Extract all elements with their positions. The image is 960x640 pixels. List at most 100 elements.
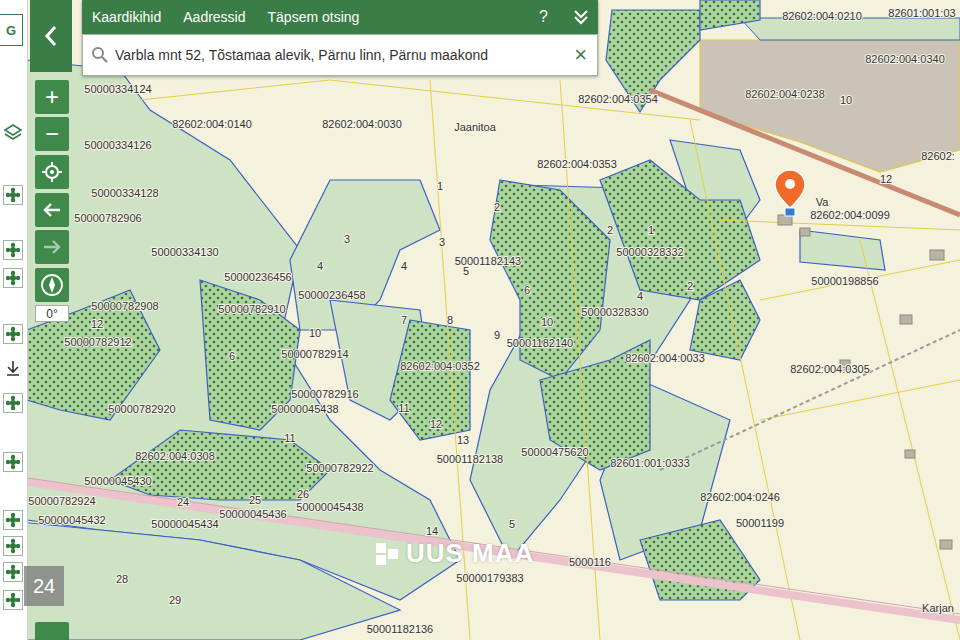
- parcel-label[interactable]: 82602:004:0099: [810, 209, 890, 221]
- search-value[interactable]: Varbla mnt 52, Tõstamaa alevik, Pärnu li…: [115, 47, 566, 63]
- parcel-label[interactable]: 10: [840, 94, 852, 106]
- parcel-label[interactable]: 4: [637, 290, 643, 302]
- parcel-label[interactable]: 12: [91, 318, 103, 330]
- parcel-label[interactable]: 1: [437, 180, 443, 192]
- parcel-label[interactable]: 50000334126: [84, 139, 151, 151]
- parcel-label[interactable]: Karjan: [922, 602, 954, 614]
- parcel-label[interactable]: 50000475620: [521, 446, 588, 458]
- parcel-label[interactable]: 12: [880, 173, 892, 185]
- layer-settings-icon[interactable]: [3, 562, 23, 582]
- parcel-label[interactable]: 82602:004:0308: [135, 450, 215, 462]
- parcel-label[interactable]: 11: [398, 402, 409, 414]
- parcel-label[interactable]: 50000334124: [84, 83, 151, 95]
- search-tab[interactable]: Kaardikihid: [92, 3, 161, 31]
- parcel-label[interactable]: 50000236458: [298, 289, 365, 301]
- parcel-label[interactable]: 50000782922: [306, 462, 373, 474]
- zoom-out-button[interactable]: −: [35, 117, 69, 151]
- parcel-label[interactable]: 2: [607, 224, 613, 236]
- parcel-label[interactable]: 50001199: [736, 517, 784, 529]
- parcel-label[interactable]: 50000334128: [91, 187, 158, 199]
- parcel-label[interactable]: 50000045434: [151, 518, 218, 530]
- search-tab[interactable]: Aadressid: [183, 3, 245, 31]
- parcel-label[interactable]: 14: [426, 525, 438, 537]
- parcel-label[interactable]: 50000328332: [616, 246, 683, 258]
- layer-settings-icon[interactable]: [3, 510, 23, 530]
- parcel-label[interactable]: 82602:004:0238: [745, 88, 825, 100]
- parcel-label[interactable]: 5: [509, 518, 515, 530]
- parcel-label[interactable]: 50000236456: [224, 271, 291, 283]
- forward-button[interactable]: [35, 230, 69, 264]
- parcel-label[interactable]: 50001182136: [367, 623, 433, 635]
- parcel-label[interactable]: Jaanitoa: [454, 121, 496, 133]
- parcel-label[interactable]: 82601:001:0333: [610, 457, 690, 469]
- parcel-label[interactable]: 82602:004:0030: [322, 118, 402, 130]
- parcel-label[interactable]: 4: [401, 260, 407, 272]
- collapse-panel-button[interactable]: [30, 0, 72, 72]
- parcel-label[interactable]: 12: [430, 418, 442, 430]
- parcel-label[interactable]: 2: [687, 280, 693, 292]
- search-tab[interactable]: Täpsem otsing: [268, 3, 360, 31]
- parcel-label[interactable]: 82601:001:03: [888, 7, 955, 19]
- parcel-label[interactable]: 1: [648, 224, 654, 236]
- parcel-label[interactable]: 82602:004:0210: [782, 10, 862, 22]
- parcel-label[interactable]: 82602:004:0033: [625, 352, 705, 364]
- parcel-label[interactable]: 50000198856: [811, 275, 878, 287]
- parcel-label[interactable]: 50000782914: [281, 348, 348, 360]
- parcel-label[interactable]: 82602:004:0354: [578, 93, 658, 105]
- parcel-label[interactable]: 5: [463, 265, 469, 277]
- help-button[interactable]: ?: [537, 4, 550, 30]
- parcel-label[interactable]: 50000782908: [91, 300, 158, 312]
- parcel-label[interactable]: Va: [816, 196, 830, 208]
- parcel-label[interactable]: 82602:004:0246: [700, 491, 780, 503]
- layer-settings-icon[interactable]: [3, 240, 23, 260]
- parcel-label[interactable]: 29: [169, 594, 181, 606]
- map-tools-button[interactable]: [35, 622, 69, 640]
- parcel-label[interactable]: 50000045438: [296, 501, 363, 513]
- layer-settings-icon[interactable]: [3, 452, 23, 472]
- parcel-label[interactable]: 26: [297, 488, 309, 500]
- parcel-label[interactable]: 50000782916: [291, 388, 358, 400]
- parcel-label[interactable]: 6: [229, 350, 235, 362]
- parcel-label[interactable]: 2: [494, 201, 500, 213]
- parcel-label[interactable]: 50001182138: [437, 453, 503, 465]
- parcel-label[interactable]: 6: [524, 284, 530, 296]
- parcel-label[interactable]: 9: [494, 329, 500, 341]
- clear-button[interactable]: ×: [572, 42, 589, 68]
- parcel-label[interactable]: 50000179383: [456, 572, 523, 584]
- locate-button[interactable]: [35, 155, 69, 189]
- location-pin-icon[interactable]: [775, 170, 805, 216]
- layer-settings-icon[interactable]: [3, 268, 23, 288]
- parcel-label[interactable]: 50000782912: [64, 336, 131, 348]
- parcel-label[interactable]: 82602:: [921, 150, 955, 162]
- back-button[interactable]: [35, 193, 69, 227]
- layer-settings-icon[interactable]: [3, 393, 23, 413]
- parcel-label[interactable]: 3: [344, 233, 350, 245]
- compass-button[interactable]: [35, 268, 69, 302]
- parcel-label[interactable]: 50001182140: [507, 337, 573, 349]
- parcel-label[interactable]: 8: [447, 314, 453, 326]
- sidebar-tab[interactable]: G: [0, 14, 23, 46]
- parcel-label[interactable]: 11: [284, 432, 295, 444]
- layers-icon[interactable]: [3, 122, 23, 142]
- double-chevron-down-icon[interactable]: [572, 8, 590, 26]
- layer-settings-icon[interactable]: [3, 536, 23, 556]
- parcel-label[interactable]: 50000328330: [581, 306, 648, 318]
- parcel-label[interactable]: 82602:004:0353: [537, 158, 617, 170]
- parcel-label[interactable]: 82602:004:0140: [172, 118, 252, 130]
- parcel-label[interactable]: 82602:004:0340: [865, 53, 945, 65]
- parcel-label[interactable]: 50000045430: [84, 475, 151, 487]
- parcel-label[interactable]: 5000116: [569, 556, 611, 568]
- layer-settings-icon[interactable]: [3, 590, 23, 610]
- layer-settings-icon[interactable]: [3, 185, 23, 205]
- search-field[interactable]: Varbla mnt 52, Tõstamaa alevik, Pärnu li…: [82, 34, 598, 76]
- map-view[interactable]: 82602:004:0210 82601:001:03 82602:004:0340…: [0, 0, 960, 640]
- parcel-label[interactable]: 50000045438: [271, 403, 338, 415]
- layer-settings-icon[interactable]: [3, 324, 23, 344]
- parcel-label[interactable]: 24: [177, 496, 189, 508]
- parcel-label[interactable]: 82602:004:0352: [400, 360, 480, 372]
- parcel-label[interactable]: 50000045436: [219, 508, 286, 520]
- zoom-in-button[interactable]: +: [35, 80, 69, 114]
- parcel-label[interactable]: 4: [317, 260, 323, 272]
- parcel-label[interactable]: 28: [116, 573, 128, 585]
- parcel-label[interactable]: 82602:004:0305: [790, 363, 870, 375]
